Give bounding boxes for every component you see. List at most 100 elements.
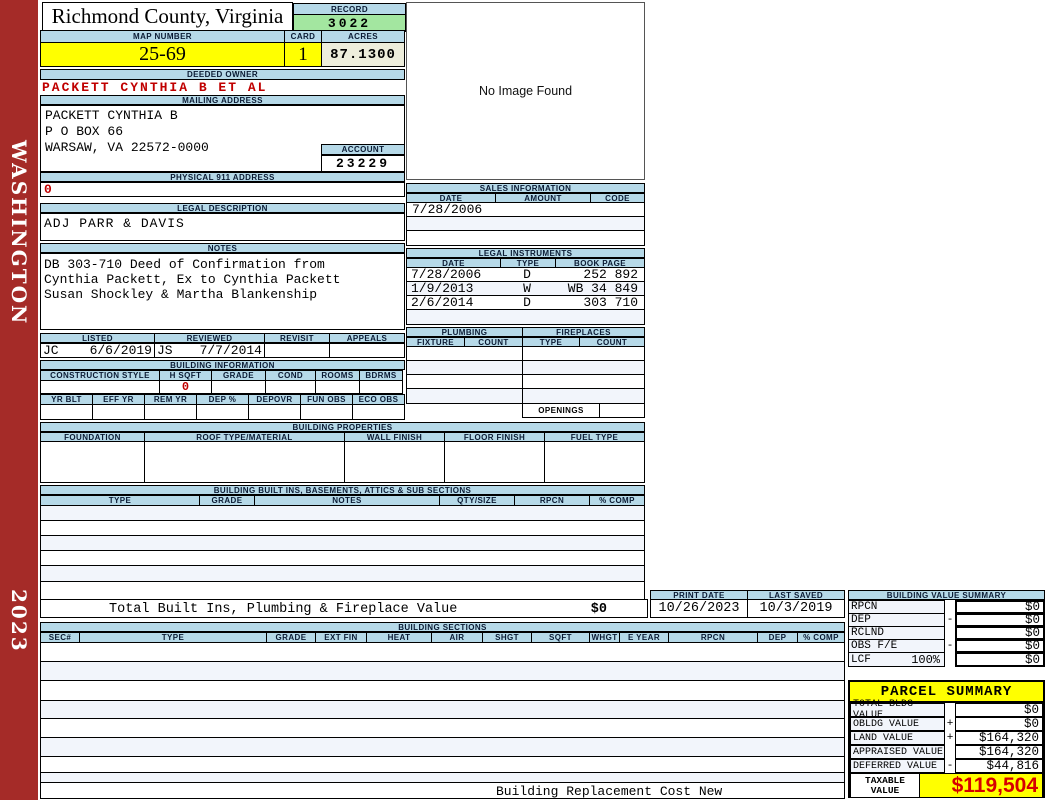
- acres-value[interactable]: 87.1300: [321, 42, 405, 67]
- fireplaces-title: FIREPLACES: [522, 327, 645, 337]
- map-number-value[interactable]: 25-69: [40, 42, 285, 67]
- plumbing-cell[interactable]: [406, 346, 523, 361]
- legal-instrument-row[interactable]: [406, 309, 645, 325]
- taxable-value: $119,504: [919, 773, 1043, 798]
- building-sections-row[interactable]: [40, 642, 845, 662]
- sidebar-year-label: 2023: [7, 588, 31, 653]
- building-sections-row[interactable]: [40, 737, 845, 757]
- built-ins-row[interactable]: [40, 565, 645, 582]
- print-date-value: 10/26/2023: [650, 599, 748, 618]
- funobs-value[interactable]: [300, 404, 353, 420]
- fireplace-cell[interactable]: [522, 388, 645, 404]
- deeded-owner-label: DEEDED OWNER: [40, 69, 405, 80]
- taxable-value-label: TAXABLE VALUE: [850, 773, 920, 798]
- yrblt-value[interactable]: [40, 404, 93, 420]
- notes-line: Cynthia Packett, Ex to Cynthia Packett: [44, 272, 341, 287]
- bvs-label: RPCN: [848, 600, 945, 614]
- legal-instrument-row[interactable]: 1/9/2013 W WB 34 849: [406, 281, 645, 296]
- fireplace-cell[interactable]: [522, 346, 645, 361]
- reviewed-value[interactable]: JS 7/7/2014: [154, 343, 265, 358]
- building-sections-row[interactable]: [40, 700, 845, 719]
- building-sections-title: BUILDING SECTIONS: [40, 622, 845, 632]
- ps-value: $164,320: [955, 731, 1043, 745]
- depovr-value[interactable]: [248, 404, 301, 420]
- wall-finish-value[interactable]: [344, 441, 445, 483]
- plumbing-fireplace-row: [406, 346, 645, 361]
- physical-address-value[interactable]: 0: [40, 182, 405, 197]
- building-sections-row[interactable]: [40, 756, 845, 773]
- legal-instruments-title: LEGAL INSTRUMENTS: [406, 248, 645, 258]
- appeals-label: APPEALS: [329, 333, 405, 343]
- floor-finish-value[interactable]: [444, 441, 545, 483]
- building-sections-row[interactable]: [40, 661, 845, 681]
- card-value[interactable]: 1: [284, 42, 322, 67]
- building-information-title: BUILDING INFORMATION: [40, 360, 405, 370]
- rooms-value[interactable]: [315, 380, 360, 394]
- legal-instrument-row[interactable]: 2/6/2014 D 303 710: [406, 295, 645, 310]
- ecoobs-value[interactable]: [352, 404, 405, 420]
- building-sections-row[interactable]: [40, 718, 845, 738]
- effyr-value[interactable]: [92, 404, 145, 420]
- built-ins-title: BUILDING BUILT INS, BASEMENTS, ATTICS & …: [40, 485, 645, 495]
- plumbing-cell[interactable]: [406, 360, 523, 375]
- bvs-value: $0: [955, 600, 1045, 614]
- physical-address-label: PHYSICAL 911 ADDRESS: [40, 172, 405, 182]
- built-ins-row[interactable]: [40, 520, 645, 536]
- ps-value: $0: [955, 703, 1043, 717]
- building-sections-row[interactable]: [40, 680, 845, 701]
- notes-line: Susan Shockley & Martha Blankenship: [44, 287, 318, 302]
- built-ins-total-value: $0: [590, 602, 607, 617]
- bvs-label: LCF 100%: [848, 652, 945, 667]
- bvs-row: OBS F/E - $0: [848, 639, 1045, 653]
- reviewed-label: REVIEWED: [154, 333, 265, 343]
- openings-value[interactable]: [599, 403, 645, 418]
- grade-value[interactable]: [211, 380, 266, 394]
- county-title: Richmond County, Virginia: [51, 3, 284, 28]
- notes-box[interactable]: DB 303-710 Deed of Confirmation from Cyn…: [40, 253, 405, 330]
- built-ins-row[interactable]: [40, 505, 645, 521]
- sidebar-county-label: WASHINGTON: [7, 139, 31, 326]
- account-value[interactable]: 23229: [321, 155, 405, 172]
- revisit-value[interactable]: [264, 343, 330, 358]
- construction-style-value[interactable]: [40, 380, 160, 394]
- ps-value: $44,816: [955, 759, 1043, 773]
- plumbing-cell[interactable]: [406, 388, 523, 404]
- ps-label: OBLDG VALUE: [850, 717, 945, 731]
- parcel-summary-row: APPRAISED VALUE $164,320: [850, 745, 1043, 759]
- foundation-value[interactable]: [40, 441, 145, 483]
- dep-pct-value[interactable]: [196, 404, 249, 420]
- bvs-value: $0: [955, 626, 1045, 640]
- bvs-row: RCLND $0: [848, 626, 1045, 640]
- property-record-card: WASHINGTON 2023 Richmond County, Virgini…: [0, 0, 1050, 800]
- plumbing-fireplace-row: [406, 374, 645, 389]
- plumbing-cell[interactable]: [406, 374, 523, 389]
- remyr-value[interactable]: [144, 404, 197, 420]
- cond-value[interactable]: [265, 380, 316, 394]
- parcel-summary-row: OBLDG VALUE + $0: [850, 717, 1043, 731]
- sales-row[interactable]: [406, 230, 645, 246]
- built-ins-row[interactable]: [40, 550, 645, 566]
- roof-value[interactable]: [144, 441, 345, 483]
- ps-label: DEFERRED VALUE: [850, 759, 945, 773]
- built-ins-total-row: Total Built Ins, Plumbing & Fireplace Va…: [40, 599, 648, 618]
- bvs-value: $0: [955, 639, 1045, 653]
- review-header-row: LISTED REVIEWED REVISIT APPEALS: [40, 333, 405, 343]
- legal-instrument-row[interactable]: 7/28/2006 D 252 892: [406, 267, 645, 282]
- sales-row[interactable]: [406, 216, 645, 231]
- bvs-row: RPCN $0: [848, 600, 1045, 614]
- sales-row[interactable]: 7/28/2006: [406, 202, 645, 217]
- fireplace-cell[interactable]: [522, 374, 645, 389]
- bdrms-value[interactable]: [359, 380, 403, 394]
- ps-label: TOTAL BLDG VALUE: [850, 699, 945, 721]
- appeals-value[interactable]: [329, 343, 405, 358]
- fireplace-cell[interactable]: [522, 360, 645, 375]
- built-ins-total-label: Total Built Ins, Plumbing & Fireplace Va…: [109, 602, 458, 617]
- built-ins-row[interactable]: [40, 535, 645, 551]
- fuel-type-value[interactable]: [544, 441, 645, 483]
- listed-value[interactable]: JC 6/6/2019: [40, 343, 155, 358]
- deeded-owner-value[interactable]: PACKETT CYNTHIA B ET AL: [40, 80, 405, 95]
- legal-description-value[interactable]: ADJ PARR & DAVIS: [40, 213, 405, 241]
- building-value-summary-title: BUILDING VALUE SUMMARY: [848, 590, 1045, 600]
- built-ins-row[interactable]: [40, 581, 645, 600]
- hsqft-value[interactable]: 0: [159, 380, 212, 394]
